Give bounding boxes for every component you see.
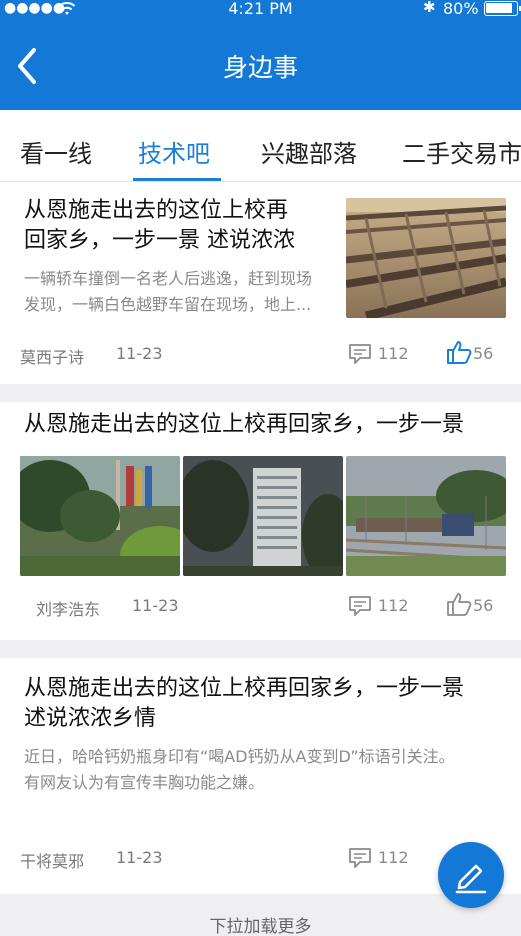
- battery-icon: [484, 1, 521, 16]
- edit-icon: [455, 864, 487, 894]
- status-bar: ●●●●● 4:21 PM ✱ 80%: [0, 0, 521, 20]
- railway-tracks-photo: [346, 198, 506, 318]
- bluetooth-icon: ✱: [423, 0, 436, 16]
- article-date: 11-23: [116, 344, 163, 363]
- article-title-line1: 从恩施走出去的这位上校再: [24, 198, 289, 223]
- article-card[interactable]: 从恩施走出去的这位上校再回家乡，一步一景 刘李浩东 11-23 112 56: [0, 402, 521, 640]
- tab-interest[interactable]: 兴趣部落: [261, 134, 357, 169]
- comment-icon[interactable]: [348, 343, 372, 365]
- thumbs-up-icon[interactable]: [446, 591, 472, 617]
- article-author[interactable]: 干将莫邪: [20, 848, 84, 872]
- page-title: 身边事: [222, 53, 298, 82]
- like-count: 56: [473, 344, 494, 363]
- article-title: 从恩施走出去的这位上校再回家乡，一步一景: [24, 412, 465, 437]
- tab-tech[interactable]: 技术吧: [138, 134, 210, 169]
- article-date: 11-23: [116, 848, 163, 867]
- tropical-garden-photo: [20, 456, 180, 576]
- comment-icon[interactable]: [348, 595, 372, 617]
- compose-button[interactable]: [438, 842, 504, 908]
- comment-icon[interactable]: [348, 847, 372, 869]
- battery-percent: 80%: [443, 0, 479, 18]
- tab-frontline[interactable]: 看一线: [20, 134, 92, 169]
- office-building-photo: [183, 456, 343, 576]
- article-author[interactable]: 莫西子诗: [20, 344, 84, 368]
- article-title-line2: 述说浓浓乡情: [24, 706, 157, 731]
- like-count: 56: [473, 596, 494, 615]
- article-title-line1: 从恩施走出去的这位上校再回家乡，一步一景: [24, 676, 465, 701]
- article-author[interactable]: 刘李浩东: [36, 596, 100, 620]
- article-desc-line1: 近日，哈哈钙奶瓶身印有“喝AD钙奶从A变到D”标语引关注。: [24, 747, 455, 766]
- article-desc-line2: 有网友认为有宣传丰胸功能之嫌。: [24, 773, 265, 792]
- article-card[interactable]: 从恩施走出去的这位上校再 回家乡，一步一景 述说浓浓 一辆轿车撞倒一名老人后逃逸…: [0, 182, 521, 384]
- load-more-hint: 下拉加载更多: [209, 917, 312, 936]
- category-tabs: 看一线 技术吧 兴趣部落 二手交易市场: [0, 110, 521, 182]
- train-photo: [346, 456, 506, 576]
- comment-count: 112: [378, 848, 409, 867]
- article-title-line2: 回家乡，一步一景 述说浓浓: [24, 228, 295, 253]
- app-header: ●●●●● 4:21 PM ✱ 80% 身边事: [0, 0, 521, 110]
- comment-count: 112: [378, 344, 409, 363]
- article-date: 11-23: [132, 596, 179, 615]
- article-desc-line1: 一辆轿车撞倒一名老人后逃逸，赶到现场: [24, 269, 313, 288]
- active-tab-indicator: [133, 178, 221, 181]
- tab-secondhand[interactable]: 二手交易市场: [402, 134, 521, 169]
- article-desc-line2: 发现，一辆白色越野车留在现场，地上...: [24, 295, 312, 314]
- comment-count: 112: [378, 596, 409, 615]
- thumbs-up-icon[interactable]: [446, 339, 472, 365]
